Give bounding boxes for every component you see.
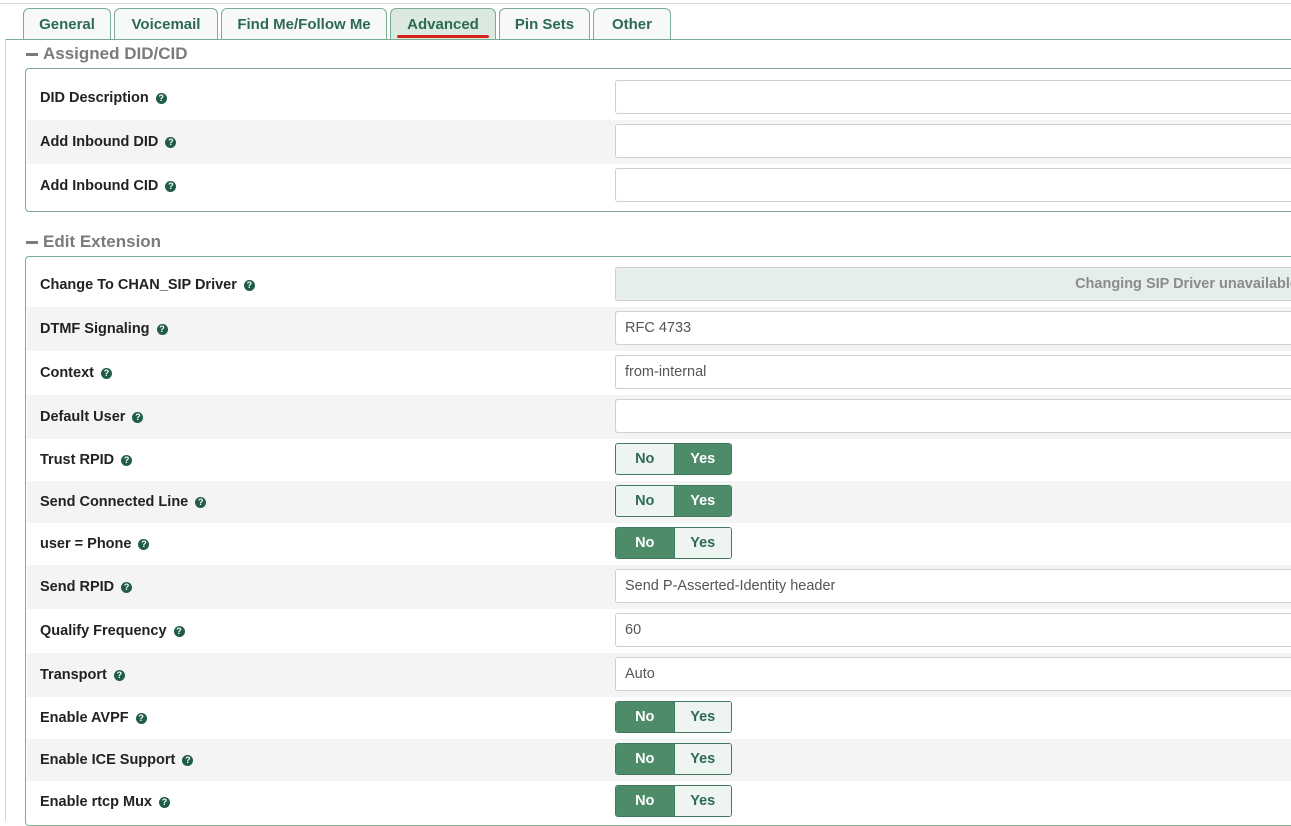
form-row-change-chan-sip-driver: Change To CHAN_SIP Driver? Changing SIP … xyxy=(27,263,1291,307)
tab-advanced[interactable]: Advanced xyxy=(390,8,496,40)
form-row-context: Context? from-internal xyxy=(27,351,1291,395)
section-header-assigned-did-cid[interactable]: Assigned DID/CID xyxy=(26,43,188,65)
toggle-no-option[interactable]: No xyxy=(616,786,674,816)
field-label: Enable AVPF xyxy=(40,710,129,726)
help-icon[interactable]: ? xyxy=(195,496,207,508)
toggle-no-option[interactable]: No xyxy=(616,744,674,774)
field-label: DTMF Signaling xyxy=(40,321,150,337)
help-icon[interactable]: ? xyxy=(121,581,133,593)
field-label: Add Inbound CID xyxy=(40,178,159,194)
field-label: Send Connected Line xyxy=(40,494,189,510)
field-label: Qualify Frequency xyxy=(40,623,167,639)
dtmf-signaling-select[interactable]: RFC 4733 xyxy=(615,311,1291,345)
user-phone-toggle: No Yes xyxy=(615,527,732,559)
tab-find-me-follow-me[interactable]: Find Me/Follow Me xyxy=(221,8,387,40)
field-label: Change To CHAN_SIP Driver xyxy=(40,277,237,293)
qualify-frequency-input[interactable]: 60 xyxy=(615,613,1291,647)
trust-rpid-toggle: No Yes xyxy=(615,443,732,475)
form-row-add-inbound-did: Add Inbound DID? xyxy=(27,120,1291,164)
field-label: Send RPID xyxy=(40,579,115,595)
help-icon[interactable]: ? xyxy=(132,411,144,423)
form-row-qualify-frequency: Qualify Frequency? 60 xyxy=(27,609,1291,653)
send-rpid-select[interactable]: Send P-Asserted-Identity header xyxy=(615,569,1291,603)
collapse-minus-icon[interactable] xyxy=(26,240,38,244)
help-icon[interactable]: ? xyxy=(155,92,167,104)
form-row-send-connected-line: Send Connected Line? No Yes xyxy=(27,481,1291,523)
field-label: Enable rtcp Mux xyxy=(40,794,152,810)
add-inbound-cid-input[interactable] xyxy=(615,168,1291,202)
assigned-did-cid-panel: DID Description? Add Inbound DID? Add In… xyxy=(25,68,1291,212)
toggle-no-option[interactable]: No xyxy=(616,444,674,474)
tab-bar-border xyxy=(5,39,1291,40)
help-icon[interactable]: ? xyxy=(121,454,133,466)
default-user-input[interactable] xyxy=(615,399,1291,433)
field-label: Context xyxy=(40,365,94,381)
form-row-dtmf-signaling: DTMF Signaling? RFC 4733 xyxy=(27,307,1291,351)
field-label: Add Inbound DID xyxy=(40,134,159,150)
enable-rtcp-mux-toggle: No Yes xyxy=(615,785,732,817)
form-row-enable-avpf: Enable AVPF? No Yes xyxy=(27,697,1291,739)
toggle-yes-option[interactable]: Yes xyxy=(673,528,731,558)
field-label: Default User xyxy=(40,409,126,425)
help-icon[interactable]: ? xyxy=(156,323,168,335)
tab-other[interactable]: Other xyxy=(593,8,671,40)
help-icon[interactable]: ? xyxy=(100,367,112,379)
help-icon[interactable]: ? xyxy=(165,136,177,148)
edit-extension-panel: Change To CHAN_SIP Driver? Changing SIP … xyxy=(25,256,1291,826)
form-row-send-rpid: Send RPID? Send P-Asserted-Identity head… xyxy=(27,565,1291,609)
field-label: DID Description xyxy=(40,90,149,106)
add-inbound-did-input[interactable] xyxy=(615,124,1291,158)
form-row-user-phone: user = Phone? No Yes xyxy=(27,523,1291,565)
toggle-yes-option[interactable]: Yes xyxy=(673,702,731,732)
help-icon[interactable]: ? xyxy=(159,796,170,808)
toggle-yes-option[interactable]: Yes xyxy=(673,786,731,816)
toggle-yes-option[interactable]: Yes xyxy=(673,744,731,774)
content-left-border xyxy=(5,39,6,821)
form-row-default-user: Default User? xyxy=(27,395,1291,439)
collapse-minus-icon[interactable] xyxy=(26,52,38,56)
help-icon[interactable]: ? xyxy=(243,279,255,291)
top-border xyxy=(0,3,1291,4)
field-label: Trust RPID xyxy=(40,452,115,468)
form-row-did-description: DID Description? xyxy=(27,76,1291,120)
enable-ice-support-toggle: No Yes xyxy=(615,743,732,775)
field-label: Transport xyxy=(40,667,107,683)
help-icon[interactable]: ? xyxy=(182,754,194,766)
help-icon[interactable]: ? xyxy=(135,712,147,724)
field-label: Enable ICE Support xyxy=(40,752,176,768)
context-input[interactable]: from-internal xyxy=(615,355,1291,389)
transport-select[interactable]: Auto xyxy=(615,657,1291,691)
field-label: user = Phone xyxy=(40,536,132,552)
toggle-yes-option[interactable]: Yes xyxy=(673,486,731,516)
did-description-input[interactable] xyxy=(615,80,1291,114)
change-sip-driver-button: Changing SIP Driver unavailable xyxy=(615,267,1291,301)
tab-pin-sets[interactable]: Pin Sets xyxy=(499,8,590,40)
tab-voicemail[interactable]: Voicemail xyxy=(114,8,218,40)
form-row-add-inbound-cid: Add Inbound CID? xyxy=(27,164,1291,208)
help-icon[interactable]: ? xyxy=(138,538,150,550)
help-icon[interactable]: ? xyxy=(165,180,177,192)
section-header-edit-extension[interactable]: Edit Extension xyxy=(26,231,161,253)
toggle-no-option[interactable]: No xyxy=(616,486,674,516)
form-row-enable-ice-support: Enable ICE Support? No Yes xyxy=(27,739,1291,781)
toggle-no-option[interactable]: No xyxy=(616,702,674,732)
form-row-transport: Transport? Auto xyxy=(27,653,1291,697)
toggle-no-option[interactable]: No xyxy=(616,528,674,558)
help-icon[interactable]: ? xyxy=(113,669,125,681)
form-row-trust-rpid: Trust RPID? No Yes xyxy=(27,439,1291,481)
send-connected-line-toggle: No Yes xyxy=(615,485,732,517)
form-row-enable-rtcp-mux: Enable rtcp Mux? No Yes xyxy=(27,781,1291,823)
tab-bar: General Voicemail Find Me/Follow Me Adva… xyxy=(23,8,674,40)
enable-avpf-toggle: No Yes xyxy=(615,701,732,733)
active-tab-underline xyxy=(397,35,489,38)
help-icon[interactable]: ? xyxy=(173,625,185,637)
toggle-yes-option[interactable]: Yes xyxy=(673,444,731,474)
tab-general[interactable]: General xyxy=(23,8,111,40)
